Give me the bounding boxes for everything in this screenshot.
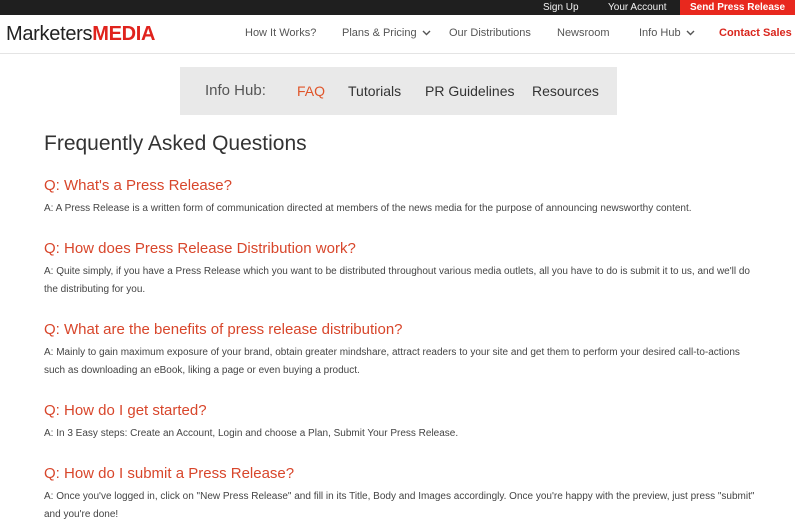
nav-how-it-works[interactable]: How It Works?: [245, 26, 316, 40]
faq-item: Q: What are the benefits of press releas…: [44, 321, 756, 380]
top-bar: Sign Up Your Account Send Press Release: [0, 0, 795, 15]
faq-question: Q: What's a Press Release?: [44, 177, 232, 194]
faq-answer: A: Quite simply, if you have a Press Rel…: [44, 266, 750, 295]
nav-our-distributions-label: Our Distributions: [449, 27, 531, 39]
faq-answer: A: Once you've logged in, click on "New …: [44, 491, 755, 520]
tab-pr-guidelines[interactable]: PR Guidelines: [425, 83, 515, 99]
tab-resources[interactable]: Resources: [532, 83, 599, 99]
info-hub-label: Info Hub:: [205, 82, 266, 99]
faq-answer: A: In 3 Easy steps: Create an Account, L…: [44, 428, 459, 439]
faq-item: Q: How do I submit a Press Release? A: O…: [44, 465, 756, 524]
nav-our-distributions[interactable]: Our Distributions: [449, 26, 531, 40]
faq-question: Q: How do I get started?: [44, 402, 207, 419]
nav-how-it-works-label: How It Works?: [245, 27, 317, 39]
send-press-release-button[interactable]: Send Press Release: [680, 0, 795, 15]
sign-up-link[interactable]: Sign Up: [543, 0, 579, 15]
logo-text-media: MEDIA: [92, 23, 156, 45]
page-title: Frequently Asked Questions: [44, 132, 307, 155]
faq-question: Q: How does Press Release Distribution w…: [44, 240, 356, 257]
nav-newsroom-label: Newsroom: [557, 27, 610, 39]
faq-question: Q: What are the benefits of press releas…: [44, 321, 403, 338]
faq-answer: A: A Press Release is a written form of …: [44, 203, 692, 214]
your-account-link[interactable]: Your Account: [608, 0, 667, 15]
contact-sales-link[interactable]: Contact Sales: [719, 26, 792, 40]
logo-text-marketers: Marketers: [6, 23, 93, 45]
logo[interactable]: MarketersMEDIA: [6, 23, 155, 45]
tab-faq[interactable]: FAQ: [297, 83, 325, 99]
nav-plans-pricing-label: Plans & Pricing: [342, 27, 417, 39]
nav-info-hub[interactable]: Info Hub: [639, 26, 695, 40]
faq-item: Q: How does Press Release Distribution w…: [44, 240, 756, 299]
nav-info-hub-label: Info Hub: [639, 27, 681, 39]
chevron-down-icon: [422, 26, 431, 40]
faq-answer: A: Mainly to gain maximum exposure of yo…: [44, 347, 740, 376]
faq-question: Q: How do I submit a Press Release?: [44, 465, 295, 482]
main-header: MarketersMEDIA How It Works? Plans & Pri…: [0, 15, 795, 54]
faq-content: Frequently Asked Questions Q: What's a P…: [44, 132, 756, 520]
nav-plans-pricing[interactable]: Plans & Pricing: [342, 26, 431, 40]
info-hub-subnav: Info Hub: FAQ Tutorials PR Guidelines Re…: [180, 67, 617, 115]
tab-tutorials[interactable]: Tutorials: [348, 83, 401, 99]
faq-item: Q: How do I get started? A: In 3 Easy st…: [44, 402, 756, 443]
faq-item: Q: What's a Press Release? A: A Press Re…: [44, 177, 756, 218]
nav-newsroom[interactable]: Newsroom: [557, 26, 610, 40]
chevron-down-icon: [686, 26, 695, 40]
